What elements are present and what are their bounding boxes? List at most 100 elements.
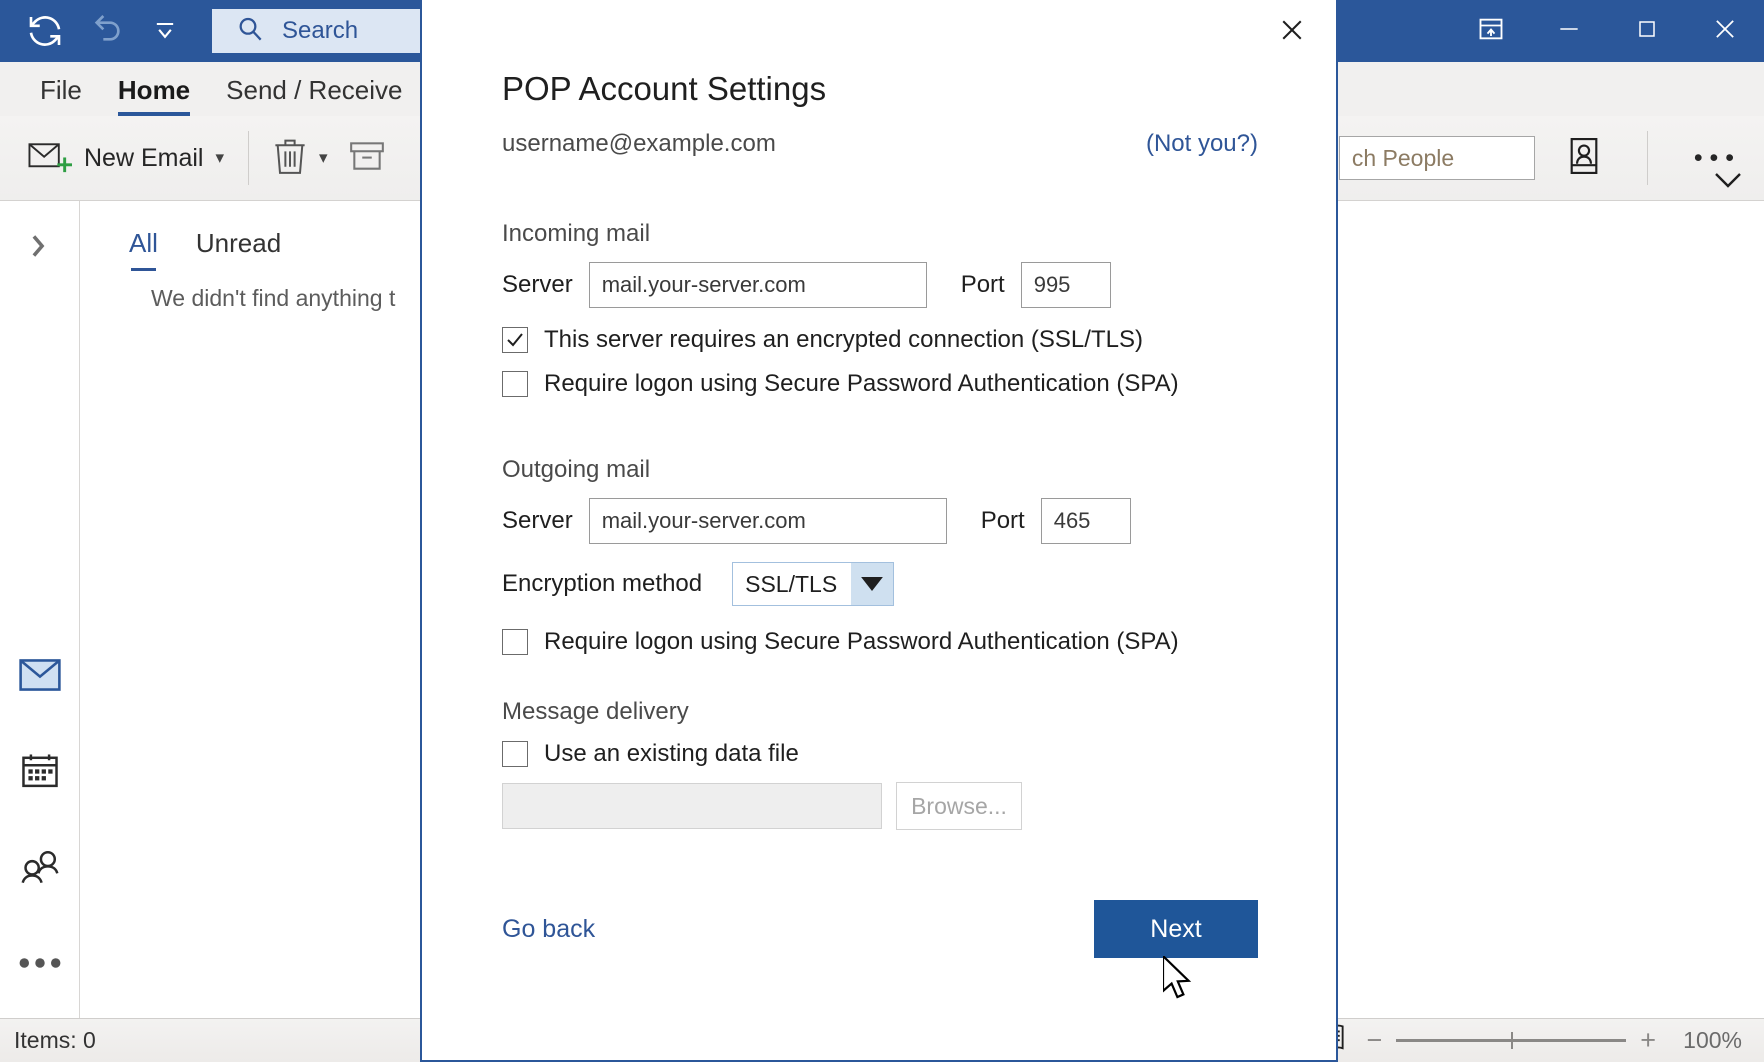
- calendar-icon: [20, 752, 60, 795]
- search-icon: [234, 13, 266, 50]
- encryption-method-select[interactable]: SSL/TLS: [732, 562, 895, 606]
- zoom-out-button[interactable]: −: [1366, 1027, 1382, 1054]
- outgoing-server-label: Server: [502, 507, 573, 534]
- minimize-icon: [1556, 16, 1582, 47]
- outgoing-mail-heading: Outgoing mail: [502, 456, 651, 483]
- incoming-server-row: Server Port: [502, 262, 1258, 308]
- sidebar-item-mail[interactable]: [15, 654, 65, 700]
- zoom-slider-thumb[interactable]: [1511, 1032, 1514, 1049]
- incoming-mail-heading: Incoming mail: [502, 220, 651, 247]
- account-email: username@example.com: [502, 130, 776, 157]
- filter-unread[interactable]: Unread: [196, 228, 281, 267]
- not-you-link[interactable]: (Not you?): [1146, 130, 1258, 158]
- tab-send-receive[interactable]: Send / Receive: [208, 75, 420, 116]
- encryption-method-value: SSL/TLS: [733, 563, 852, 605]
- minimize-button[interactable]: [1530, 0, 1608, 62]
- dialog-footer: Go back Next: [502, 900, 1258, 958]
- checkbox-box[interactable]: [502, 741, 528, 767]
- undo-button[interactable]: [82, 10, 128, 52]
- new-email-label: New Email: [84, 143, 204, 172]
- checkbox-box[interactable]: [502, 371, 528, 397]
- zoom-level[interactable]: 100%: [1676, 1027, 1742, 1054]
- chevron-down-icon[interactable]: [851, 563, 894, 605]
- filter-all[interactable]: All: [129, 228, 158, 271]
- close-icon: [1277, 15, 1307, 50]
- incoming-port-input[interactable]: [1020, 262, 1111, 308]
- maximize-button[interactable]: [1608, 0, 1686, 62]
- ellipsis-icon: [18, 955, 62, 976]
- address-book-button[interactable]: [1557, 130, 1611, 187]
- quick-access-toolbar: [0, 10, 188, 52]
- empty-list-message: We didn't find anything t: [151, 285, 396, 311]
- page-title: POP Account Settings: [502, 70, 827, 107]
- search-placeholder: Search: [282, 17, 359, 44]
- address-book-icon: [1567, 136, 1601, 181]
- section-spacer-2: [502, 670, 1258, 698]
- delete-dropdown-icon[interactable]: ▾: [319, 148, 328, 168]
- collapse-ribbon-button[interactable]: [1710, 167, 1746, 198]
- outgoing-spa-checkbox[interactable]: Require logon using Secure Password Auth…: [502, 628, 1258, 656]
- data-file-row: Browse...: [502, 782, 1258, 830]
- dialog-close-button[interactable]: [1266, 6, 1318, 58]
- go-back-link[interactable]: Go back: [502, 915, 595, 944]
- new-mail-icon: [28, 137, 72, 180]
- incoming-spa-label: Require logon using Secure Password Auth…: [544, 370, 1179, 397]
- zoom-slider[interactable]: − +: [1366, 1027, 1656, 1054]
- nav-rail-icons: [0, 654, 79, 988]
- incoming-server-input[interactable]: [588, 262, 927, 308]
- message-filter-row: All Unread: [81, 201, 420, 271]
- dialog-body: POP Account Settings username@example.co…: [422, 0, 1336, 830]
- ribbon-separator-2: [1646, 131, 1648, 185]
- incoming-ssl-label: This server requires an encrypted connec…: [544, 326, 1143, 353]
- tab-home[interactable]: Home: [100, 75, 208, 116]
- maximize-icon: [1635, 17, 1659, 46]
- checkbox-box[interactable]: [502, 629, 528, 655]
- chevron-down-icon: [151, 17, 179, 45]
- trash-icon: [273, 136, 307, 181]
- items-count: Items: 0: [14, 1027, 96, 1053]
- next-button[interactable]: Next: [1094, 900, 1258, 958]
- status-bar-right: − + 100%: [1316, 1022, 1764, 1059]
- close-button[interactable]: [1686, 0, 1764, 62]
- ribbon-display-options-button[interactable]: [1452, 0, 1530, 62]
- checkbox-box[interactable]: [502, 327, 528, 353]
- sidebar-item-people[interactable]: [15, 846, 65, 892]
- customize-quick-access-toolbar-button[interactable]: [142, 10, 188, 52]
- search-people-input[interactable]: ch People: [1338, 136, 1535, 180]
- incoming-server-label: Server: [502, 271, 573, 298]
- sidebar-item-more[interactable]: [15, 942, 65, 988]
- outgoing-port-input[interactable]: [1040, 498, 1131, 544]
- outgoing-port-label: Port: [980, 507, 1025, 534]
- ribbon-display-icon: [1477, 15, 1505, 48]
- zoom-slider-track[interactable]: [1396, 1032, 1627, 1049]
- chevron-right-icon: [26, 235, 50, 265]
- window-controls: [1452, 0, 1764, 62]
- outgoing-spa-label: Require logon using Secure Password Auth…: [544, 628, 1179, 655]
- pop-account-settings-dialog: POP Account Settings username@example.co…: [420, 0, 1338, 1062]
- incoming-spa-checkbox[interactable]: Require logon using Secure Password Auth…: [502, 370, 1258, 398]
- archive-button[interactable]: [338, 131, 396, 186]
- new-email-dropdown-icon[interactable]: ▾: [215, 148, 224, 168]
- outgoing-server-input[interactable]: [588, 498, 947, 544]
- browse-button: Browse...: [896, 782, 1022, 830]
- new-email-button[interactable]: New Email ▾: [18, 131, 234, 186]
- incoming-ssl-checkbox[interactable]: This server requires an encrypted connec…: [502, 326, 1258, 354]
- delete-button[interactable]: ▾: [263, 130, 338, 187]
- expand-folder-pane-button[interactable]: [26, 231, 50, 266]
- mail-icon: [18, 658, 61, 697]
- account-identity-row: username@example.com (Not you?): [502, 130, 1258, 158]
- undo-icon: [85, 11, 125, 51]
- data-file-input: [502, 783, 882, 829]
- zoom-in-button[interactable]: +: [1640, 1027, 1656, 1054]
- message-list-pane: All Unread We didn't find anything t: [81, 201, 421, 1018]
- send-receive-all-button[interactable]: [22, 10, 68, 52]
- sidebar-item-calendar[interactable]: [15, 750, 65, 796]
- refresh-icon: [24, 10, 66, 52]
- encryption-method-label: Encryption method: [502, 570, 703, 597]
- encryption-method-row: Encryption method SSL/TLS: [502, 562, 1258, 606]
- tab-file[interactable]: File: [22, 75, 100, 116]
- use-existing-data-file-label: Use an existing data file: [544, 740, 799, 767]
- ribbon-separator: [248, 131, 250, 185]
- use-existing-data-file-checkbox[interactable]: Use an existing data file: [502, 740, 1258, 768]
